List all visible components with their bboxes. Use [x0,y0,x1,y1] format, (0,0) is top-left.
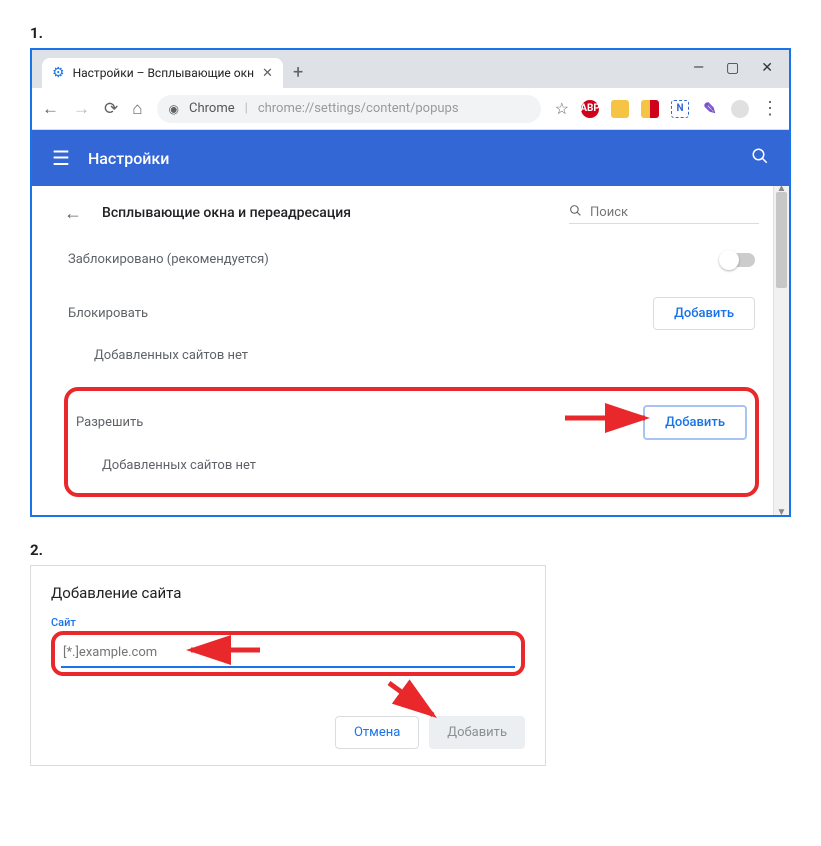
omnibox[interactable]: ◉ Chrome | chrome://settings/content/pop… [157,95,541,123]
allow-add-button[interactable]: Добавить [643,405,747,440]
reload-icon[interactable]: ⟳ [104,99,118,119]
omnibox-url: chrome://settings/content/popups [258,101,459,116]
extension-feather-icon[interactable]: ✎ [701,100,719,118]
extension-abp-icon[interactable]: ABP [581,100,599,118]
dialog-field-label: Сайт [51,616,525,629]
scroll-thumb[interactable] [776,192,787,288]
home-icon[interactable]: ⌂ [132,99,142,119]
block-add-button[interactable]: Добавить [653,297,755,330]
site-input[interactable] [61,639,515,668]
screenshot-2: Добавление сайта Сайт Отмена Добавить [30,565,546,766]
maximize-icon[interactable]: ▢ [726,60,739,76]
hamburger-icon[interactable]: ☰ [52,146,70,170]
dialog-field-highlight [51,631,525,676]
minimize-icon[interactable]: — [693,60,704,76]
settings-header: ☰ Настройки [32,130,789,186]
browser-toolbar: ← → ⟳ ⌂ ◉ Chrome | chrome://settings/con… [32,88,789,130]
step-2-label: 2. [30,541,805,559]
allow-empty-text: Добавленных сайтов нет [72,450,751,493]
site-info-icon[interactable]: ◉ [169,102,179,116]
section-back-icon[interactable]: ← [64,203,82,224]
settings-title: Настройки [88,149,169,168]
extension-flag-icon[interactable] [641,100,659,118]
bookmark-star-icon[interactable]: ☆ [555,99,569,118]
omnibox-label: Chrome [189,101,235,116]
close-window-icon[interactable]: ✕ [761,60,773,76]
scroll-down-icon[interactable]: ▼ [774,507,789,518]
settings-content: ← Всплывающие окна и переадресация Забло… [32,186,773,515]
section-search[interactable] [569,202,759,224]
forward-icon[interactable]: → [73,99,90,119]
dialog-title: Добавление сайта [51,584,525,602]
step-1-label: 1. [30,24,805,42]
profile-avatar-icon[interactable] [731,100,749,118]
blocked-toggle[interactable] [721,253,755,267]
section-title: Всплывающие окна и переадресация [102,205,351,221]
add-site-dialog: Добавление сайта Сайт Отмена Добавить [31,566,545,765]
extension-n-icon[interactable]: N [671,100,689,118]
block-empty-text: Добавленных сайтов нет [64,340,759,383]
blocked-label: Заблокировано (рекомендуется) [68,252,269,267]
extensions-row: ☆ ABP N ✎ ⋮ [555,98,779,119]
window-controls: — ▢ ✕ [693,50,787,88]
search-icon[interactable] [751,147,769,170]
dialog-add-button[interactable]: Добавить [429,716,525,749]
dialog-cancel-button[interactable]: Отмена [335,716,419,749]
window-titlebar: ⚙ Настройки – Всплывающие окн ✕ + — ▢ ✕ [32,50,789,88]
screenshot-1: ⚙ Настройки – Всплывающие окн ✕ + — ▢ ✕ … [30,48,791,517]
extension-yellow-icon[interactable] [611,100,629,118]
kebab-menu-icon[interactable]: ⋮ [761,98,779,119]
close-tab-icon[interactable]: ✕ [262,66,273,81]
back-icon[interactable]: ← [42,99,59,119]
block-list-label: Блокировать [68,306,148,321]
gear-icon: ⚙ [52,65,65,81]
blocked-toggle-row: Заблокировано (рекомендуется) [64,232,759,287]
new-tab-button[interactable]: + [293,64,303,82]
magnifier-icon [569,204,582,221]
scrollbar[interactable]: ▲ ▼ [773,186,789,515]
allow-section-highlight: Разрешить Добавить Добавленных сайтов не… [64,387,759,497]
section-search-input[interactable] [588,204,759,221]
tab-title: Настройки – Всплывающие окн [73,66,254,80]
browser-tab[interactable]: ⚙ Настройки – Всплывающие окн ✕ [42,58,283,88]
allow-list-label: Разрешить [76,415,143,430]
